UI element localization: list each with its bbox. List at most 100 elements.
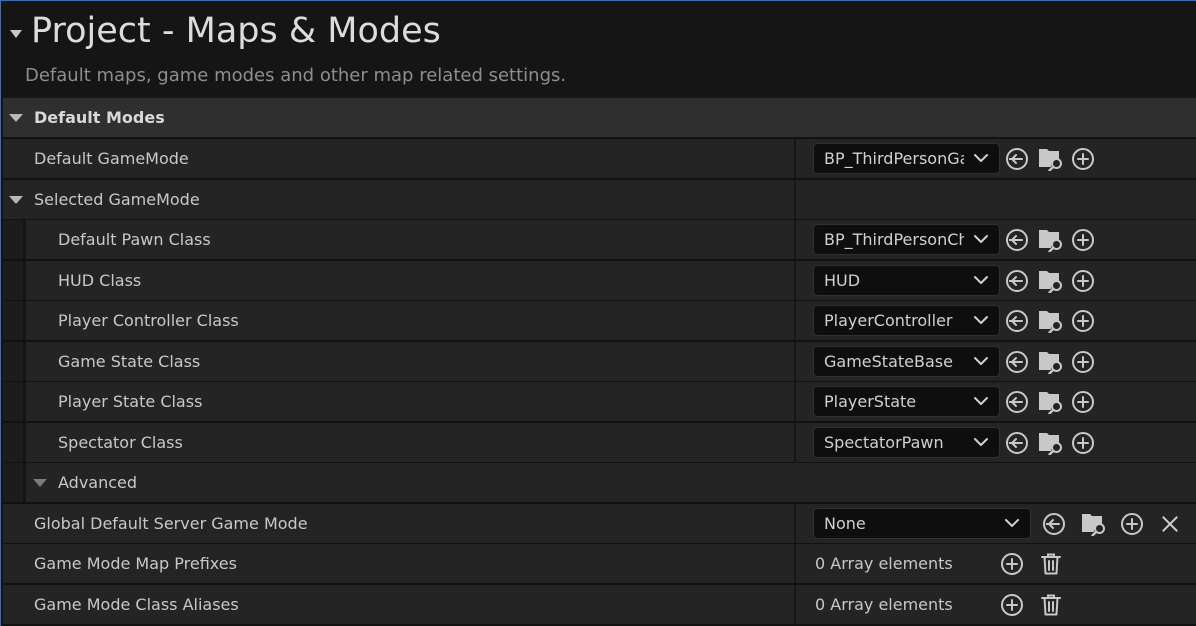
create-new-icon[interactable] bbox=[1071, 309, 1095, 333]
add-element-icon[interactable] bbox=[1000, 552, 1024, 576]
property-label: Player Controller Class bbox=[58, 311, 239, 330]
property-label: Player State Class bbox=[58, 392, 203, 411]
column-splitter[interactable] bbox=[794, 220, 796, 259]
property-row-global-default-server-game-mode: Global Default Server Game Mode None bbox=[3, 504, 1196, 545]
create-new-icon[interactable] bbox=[1071, 431, 1095, 455]
combo-value: HUD bbox=[824, 271, 861, 290]
expand-arrow-icon[interactable] bbox=[9, 196, 23, 204]
trash-icon[interactable] bbox=[1039, 552, 1063, 576]
subsection-selected-gamemode[interactable]: Selected GameMode bbox=[3, 180, 1196, 221]
property-label: Game Mode Class Aliases bbox=[34, 595, 239, 614]
indent-guide bbox=[3, 301, 23, 340]
create-new-icon[interactable] bbox=[1071, 269, 1095, 293]
indent-guide bbox=[3, 463, 23, 502]
combo-value: SpectatorPawn bbox=[824, 433, 944, 452]
browse-asset-icon[interactable] bbox=[1037, 348, 1065, 374]
browse-asset-icon[interactable] bbox=[1037, 307, 1065, 333]
browse-asset-icon[interactable] bbox=[1080, 510, 1108, 536]
use-selected-asset-icon[interactable] bbox=[1005, 309, 1029, 333]
create-new-icon[interactable] bbox=[1071, 350, 1095, 374]
combo-value: PlayerState bbox=[824, 392, 917, 411]
create-new-icon[interactable] bbox=[1071, 390, 1095, 414]
chevron-down-icon bbox=[973, 231, 989, 247]
class-picker-combo[interactable]: GameStateBase bbox=[813, 346, 1000, 377]
use-selected-asset-icon[interactable] bbox=[1005, 390, 1029, 414]
indent-guide bbox=[3, 423, 23, 462]
property-label: Game Mode Map Prefixes bbox=[34, 554, 237, 573]
indent-guide-line bbox=[23, 301, 26, 340]
column-splitter[interactable] bbox=[794, 180, 796, 219]
use-selected-asset-icon[interactable] bbox=[1005, 228, 1029, 252]
property-row-game-mode-class-aliases: Game Mode Class Aliases 0 Array elements bbox=[3, 585, 1196, 626]
create-new-icon[interactable] bbox=[1071, 228, 1095, 252]
class-picker-combo[interactable]: HUD bbox=[813, 265, 1000, 296]
property-row-hud-class: HUD Class HUD bbox=[3, 261, 1196, 302]
array-count: 0 Array elements bbox=[815, 595, 953, 614]
class-picker-combo[interactable]: BP_ThirdPersonCh bbox=[813, 224, 1000, 255]
column-splitter[interactable] bbox=[794, 504, 796, 543]
browse-asset-icon[interactable] bbox=[1037, 429, 1065, 455]
class-picker-combo[interactable]: SpectatorPawn bbox=[813, 427, 1000, 458]
chevron-down-icon bbox=[973, 434, 989, 450]
collapse-category-icon[interactable] bbox=[10, 30, 22, 38]
advanced-label: Advanced bbox=[58, 473, 138, 492]
column-splitter[interactable] bbox=[794, 342, 796, 381]
indent-guide-line bbox=[23, 220, 26, 259]
section-default-modes[interactable]: Default Modes bbox=[3, 98, 1196, 139]
column-splitter[interactable] bbox=[794, 544, 796, 583]
property-row-default-gamemode: Default GameMode BP_ThirdPersonGa bbox=[3, 139, 1196, 180]
trash-icon[interactable] bbox=[1039, 593, 1063, 617]
column-splitter[interactable] bbox=[794, 585, 796, 624]
combo-value: BP_ThirdPersonGa bbox=[824, 149, 964, 168]
subsection-label: Selected GameMode bbox=[34, 190, 200, 209]
property-label: Game State Class bbox=[58, 352, 201, 371]
browse-asset-icon[interactable] bbox=[1037, 145, 1065, 171]
use-selected-asset-icon[interactable] bbox=[1005, 269, 1029, 293]
property-row-player-state-class: Player State Class PlayerState bbox=[3, 382, 1196, 423]
section-label: Default Modes bbox=[34, 108, 165, 127]
class-picker-combo[interactable]: None bbox=[813, 508, 1031, 539]
indent-guide bbox=[3, 261, 23, 300]
browse-asset-icon[interactable] bbox=[1037, 226, 1065, 252]
class-picker-combo[interactable]: PlayerState bbox=[813, 386, 1000, 417]
column-splitter[interactable] bbox=[794, 423, 796, 462]
chevron-down-icon bbox=[973, 150, 989, 166]
column-splitter[interactable] bbox=[794, 139, 796, 178]
property-label: Default GameMode bbox=[34, 149, 189, 168]
browse-asset-icon[interactable] bbox=[1037, 388, 1065, 414]
use-selected-asset-icon[interactable] bbox=[1042, 512, 1066, 536]
combo-value: GameStateBase bbox=[824, 352, 953, 371]
advanced-toggle-row[interactable]: Advanced bbox=[3, 463, 1196, 504]
add-element-icon[interactable] bbox=[1000, 593, 1024, 617]
property-label: Default Pawn Class bbox=[58, 230, 211, 249]
create-new-icon[interactable] bbox=[1071, 147, 1095, 171]
indent-guide-line bbox=[23, 261, 26, 300]
page-subtitle: Default maps, game modes and other map r… bbox=[25, 65, 567, 86]
browse-asset-icon[interactable] bbox=[1037, 267, 1065, 293]
indent-guide-line bbox=[23, 342, 26, 381]
property-label: HUD Class bbox=[58, 271, 142, 290]
close-icon[interactable] bbox=[1160, 514, 1180, 534]
class-picker-combo[interactable]: BP_ThirdPersonGa bbox=[813, 143, 1000, 174]
column-splitter[interactable] bbox=[794, 382, 796, 421]
combo-value: BP_ThirdPersonCh bbox=[824, 230, 964, 249]
property-label: Spectator Class bbox=[58, 433, 183, 452]
column-splitter[interactable] bbox=[794, 261, 796, 300]
property-row-player-controller-class: Player Controller Class PlayerController bbox=[3, 301, 1196, 342]
use-selected-asset-icon[interactable] bbox=[1005, 147, 1029, 171]
property-row-spectator-class: Spectator Class SpectatorPawn bbox=[3, 423, 1196, 464]
expand-arrow-icon[interactable] bbox=[9, 114, 23, 122]
create-new-icon[interactable] bbox=[1120, 512, 1144, 536]
category-header: Project - Maps & Modes Default maps, gam… bbox=[1, 1, 1196, 98]
use-selected-asset-icon[interactable] bbox=[1005, 431, 1029, 455]
property-row-game-state-class: Game State Class GameStateBase bbox=[3, 342, 1196, 383]
combo-value: None bbox=[824, 514, 866, 533]
indent-guide-line bbox=[23, 382, 26, 421]
use-selected-asset-icon[interactable] bbox=[1005, 350, 1029, 374]
class-picker-combo[interactable]: PlayerController bbox=[813, 305, 1000, 336]
column-splitter[interactable] bbox=[794, 301, 796, 340]
indent-guide bbox=[3, 342, 23, 381]
property-row-game-mode-map-prefixes: Game Mode Map Prefixes 0 Array elements bbox=[3, 544, 1196, 585]
indent-guide bbox=[3, 382, 23, 421]
expand-arrow-icon[interactable] bbox=[33, 479, 47, 487]
